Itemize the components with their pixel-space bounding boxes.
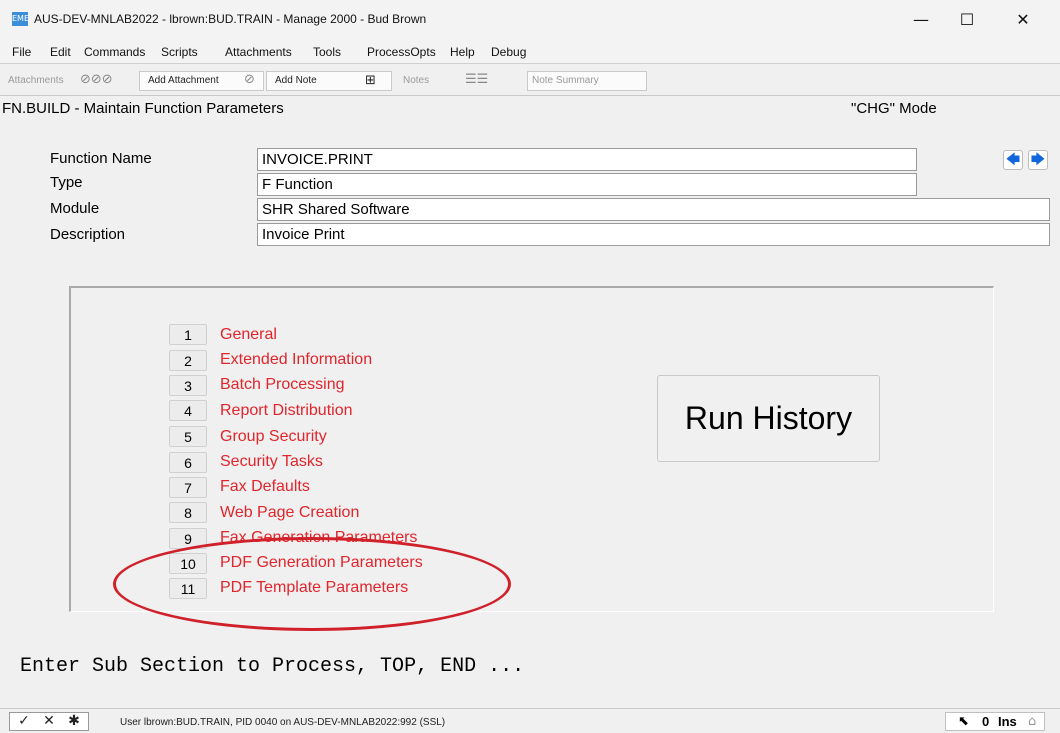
user-session-info: User lbrown:BUD.TRAIN, PID 0040 on AUS-D… (120, 717, 446, 728)
prev-record-button[interactable]: 🡄 (1003, 150, 1023, 170)
option-pdf-template-parameters[interactable]: PDF Template Parameters (220, 579, 408, 597)
option-fax-defaults[interactable]: Fax Defaults (220, 478, 310, 496)
option-number[interactable]: 4 (169, 400, 207, 421)
note-summary-button[interactable]: Note Summary (527, 71, 647, 91)
screen-title: FN.BUILD - Maintain Function Parameters (2, 100, 284, 117)
description-field[interactable]: Invoice Print (257, 223, 1050, 246)
paperclip-icon: ⊘ (244, 72, 255, 87)
menu-help[interactable]: Help (450, 45, 475, 59)
app-icon: EME (12, 12, 29, 26)
type-label: Type (50, 174, 83, 191)
add-attachment-button[interactable]: Add Attachment ⊘ (139, 71, 264, 91)
add-note-label: Add Note (275, 75, 317, 86)
note-icon: ⊞ (365, 73, 376, 88)
option-number[interactable]: 10 (169, 553, 207, 574)
menu-attachments[interactable]: Attachments (225, 45, 292, 59)
option-pdf-generation-parameters[interactable]: PDF Generation Parameters (220, 554, 423, 572)
notes-label[interactable]: Notes (403, 75, 429, 86)
option-security-tasks[interactable]: Security Tasks (220, 453, 323, 471)
close-button[interactable]: ✕ (1000, 6, 1046, 34)
cancel-icon[interactable]: ✕ (37, 713, 61, 730)
menu-bar: File Edit Commands Scripts Attachments T… (0, 40, 1060, 64)
option-number[interactable]: 11 (169, 578, 207, 599)
insert-mode-indicator: Ins (998, 714, 1017, 729)
menu-scripts[interactable]: Scripts (161, 45, 198, 59)
type-field[interactable]: F Function (257, 173, 917, 196)
note-summary-label: Note Summary (532, 75, 599, 86)
title-bar: EME AUS-DEV-MNLAB2022 - lbrown:BUD.TRAIN… (0, 0, 1060, 40)
menu-debug[interactable]: Debug (491, 45, 526, 59)
option-group-security[interactable]: Group Security (220, 428, 327, 446)
option-number[interactable]: 1 (169, 324, 207, 345)
function-name-label: Function Name (50, 150, 152, 167)
option-number[interactable]: 7 (169, 477, 207, 498)
option-number[interactable]: 6 (169, 452, 207, 473)
status-button-group: ✓ ✕ ✱ (9, 712, 89, 731)
option-number[interactable]: 2 (169, 350, 207, 371)
command-prompt: Enter Sub Section to Process, TOP, END .… (20, 655, 525, 678)
mode-indicator: "CHG" Mode (851, 100, 937, 117)
run-history-button[interactable]: Run History (657, 375, 880, 462)
menu-edit[interactable]: Edit (50, 45, 71, 59)
count-indicator: 0 (982, 714, 990, 729)
option-number[interactable]: 9 (169, 528, 207, 549)
note-summary-icon: ☰☰ (465, 72, 489, 87)
option-number[interactable]: 5 (169, 426, 207, 447)
option-fax-generation-parameters[interactable]: Fax Generation Parameters (220, 529, 417, 547)
attachments-label: Attachments (8, 75, 64, 86)
module-field[interactable]: SHR Shared Software (257, 198, 1050, 221)
minimize-button[interactable]: — (898, 6, 944, 34)
menu-commands[interactable]: Commands (84, 45, 145, 59)
option-general[interactable]: General (220, 326, 277, 344)
add-attachment-label: Add Attachment (148, 75, 219, 86)
option-batch-processing[interactable]: Batch Processing (220, 376, 345, 394)
option-number[interactable]: 3 (169, 375, 207, 396)
option-number[interactable]: 8 (169, 502, 207, 523)
status-indicators: ⬉ 0 Ins ⌂ (945, 712, 1045, 731)
maximize-button[interactable]: ☐ (944, 6, 990, 34)
window-title: AUS-DEV-MNLAB2022 - lbrown:BUD.TRAIN - M… (34, 12, 427, 26)
function-name-field[interactable]: INVOICE.PRINT (257, 148, 917, 171)
module-label: Module (50, 200, 100, 217)
mouse-icon: ⌂ (1028, 714, 1037, 729)
option-extended-information[interactable]: Extended Information (220, 351, 372, 369)
star-icon[interactable]: ✱ (62, 713, 86, 730)
menu-tools[interactable]: Tools (313, 45, 341, 59)
pointer-icon: ⬉ (958, 714, 969, 729)
description-label: Description (50, 226, 126, 243)
menu-processopts[interactable]: ProcessOpts (367, 45, 436, 59)
ok-icon[interactable]: ✓ (12, 713, 36, 730)
next-record-button[interactable]: 🡆 (1028, 150, 1048, 170)
option-web-page-creation[interactable]: Web Page Creation (220, 504, 359, 522)
add-note-button[interactable]: Add Note ⊞ (266, 71, 392, 91)
option-report-distribution[interactable]: Report Distribution (220, 402, 353, 420)
toolbar: Attachments ⊘⊘⊘ Add Attachment ⊘ Add Not… (0, 65, 1060, 96)
paperclip-icon: ⊘⊘⊘ (80, 72, 113, 87)
status-bar: ✓ ✕ ✱ User lbrown:BUD.TRAIN, PID 0040 on… (0, 708, 1060, 733)
menu-file[interactable]: File (12, 45, 31, 59)
